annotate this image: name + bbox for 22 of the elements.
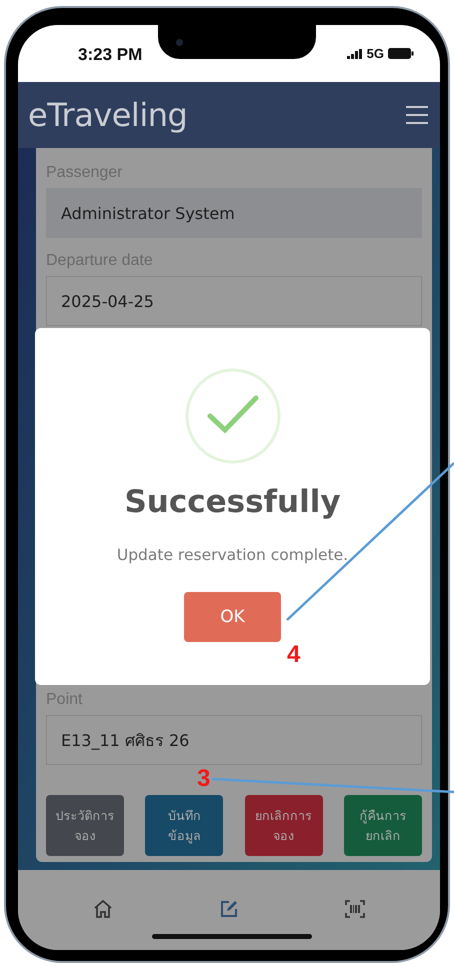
action-button[interactable]: ประวัติการ จอง [46,795,124,856]
network-label: 5G [366,46,384,61]
app-title: eTraveling [28,96,188,134]
readonly-field: Administrator System [46,188,422,238]
signal-icon [346,48,363,58]
success-check-icon [184,368,280,464]
ok-button[interactable]: OK [184,592,281,642]
dialog-title: Successfully [124,484,341,520]
menu-icon[interactable] [406,106,428,124]
action-button[interactable]: บันทึก ข้อมูล [145,795,224,856]
barcode-scan-icon[interactable] [344,900,365,918]
action-button[interactable]: กู้คืนการ ยกเลิก [344,795,422,856]
step-number: 3 [197,767,210,791]
action-button[interactable]: ยกเลิกการ จอง [244,795,323,856]
dialog-message: Update reservation complete. [116,546,348,564]
input-field[interactable]: E13_11 ศศิธร 26 [46,715,422,765]
edit-icon[interactable] [220,900,238,918]
input-field[interactable]: 2025-04-25 [46,276,422,326]
home-icon[interactable] [93,900,114,918]
step-number: 4 [287,643,300,667]
status-time: 3:23 PM [78,44,142,64]
battery-icon [388,48,414,59]
